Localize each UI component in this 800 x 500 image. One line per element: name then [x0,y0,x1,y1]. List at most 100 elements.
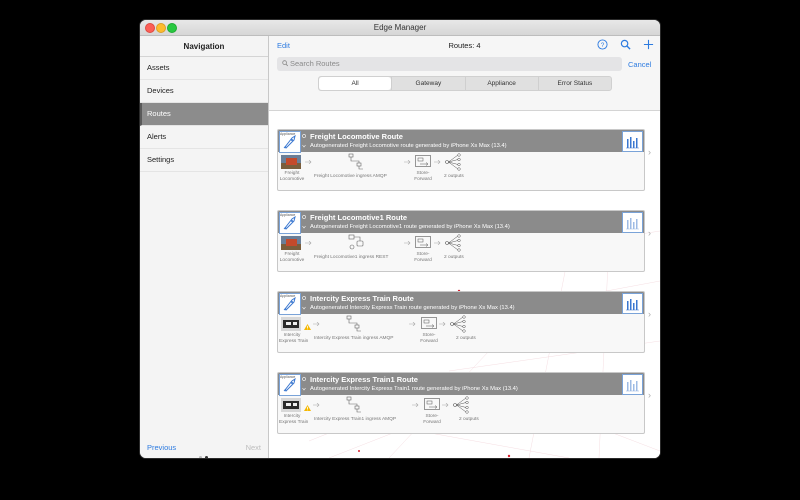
outputs-label: 2 outputs [459,417,479,422]
chevron-right-icon[interactable]: › [648,309,651,319]
route-flow: Freight Locomotive Freight Locomotive in… [278,152,644,190]
outputs-label: 2 outputs [444,174,464,179]
ingress-label: Freight Locomotive ingress AMQP [314,174,387,179]
app-window: Edge Manager Navigation Assets Devices R… [140,20,660,458]
outputs-fanout-icon [450,315,466,333]
train-thumbnail [281,317,301,331]
asset-label-2: Locomotive [279,258,305,263]
train-thumbnail [281,398,301,412]
filter-tab-appliance[interactable]: Appliance [464,77,538,90]
route-card-header: Appliance Intercity Express Train1 Route… [278,373,644,396]
route-type-badge: Appliance [279,212,301,234]
route-flow: Intercity Express Train Intercity Expres… [278,395,644,433]
minimize-window-button[interactable] [156,23,166,33]
routes-list[interactable]: Appliance Freight Locomotive Route Autog… [269,111,660,458]
search-icon[interactable] [620,39,631,50]
route-status-icons [302,134,306,148]
route-title: Freight Locomotive1 Route [310,213,408,222]
route-card-header: Appliance Intercity Express Train Route … [278,292,644,315]
sidebar-item-devices[interactable]: Devices [140,80,268,103]
sidebar-header: Navigation [140,36,268,57]
bar-chart-icon [626,218,639,230]
route-status-icons [302,296,306,310]
route-card-header: Appliance Freight Locomotive Route Autog… [278,130,644,153]
warning-icon [304,324,311,330]
search-input[interactable]: Search Routes [277,57,622,71]
route-card-header: Appliance Freight Locomotive1 Route Auto… [278,211,644,234]
route-type-label: Appliance [280,294,296,298]
route-type-label: Appliance [280,213,296,217]
route-stats-button[interactable] [622,212,643,233]
chevron-right-icon[interactable]: › [648,390,651,400]
close-window-button[interactable] [145,23,155,33]
route-title: Intercity Express Train Route [310,294,414,303]
ingress-label: Intercity Express Train ingress AMQP [314,336,394,341]
store-forward-icon [421,317,437,329]
sidebar-item-alerts[interactable]: Alerts [140,126,268,149]
route-card[interactable]: Appliance Intercity Express Train1 Route… [277,372,645,434]
arrow-icon [305,241,312,245]
route-subtitle: Autogenerated Freight Locomotive1 route … [310,224,510,230]
filter-segmented-control: All Gateway Appliance Error Status [318,76,612,91]
asset-label-2: Locomotive [279,177,305,182]
cancel-button[interactable]: Cancel [628,60,651,69]
route-stats-button[interactable] [622,293,643,314]
sidebar-footer: Previous Next [140,438,268,458]
route-title: Intercity Express Train1 Route [310,375,418,384]
locomotive-thumbnail [281,236,301,250]
window-title: Edge Manager [373,23,427,32]
sidebar-item-settings[interactable]: Settings [140,149,268,172]
toolbar: Edit Routes: 4 ? Search Routes Cancel Al… [269,36,660,111]
route-type-label: Appliance [280,132,296,136]
next-button[interactable]: Next [246,443,261,452]
store-forward-icon [415,155,431,167]
route-subtitle: Autogenerated Freight Locomotive route g… [310,143,507,149]
page-indicator [199,446,211,458]
route-status-icons [302,377,306,391]
add-icon[interactable] [643,39,654,50]
chevron-right-icon[interactable]: › [648,147,651,157]
route-type-badge: Appliance [279,293,301,315]
svg-text:?: ? [601,42,605,49]
arrow-icon [439,322,446,326]
route-status-icons [302,215,306,229]
help-icon[interactable]: ? [597,39,608,50]
outputs-fanout-icon [453,396,469,414]
sidebar-item-assets[interactable]: Assets [140,57,268,80]
ingress-pipeline-icon [348,153,363,170]
chevron-right-icon[interactable]: › [648,228,651,238]
route-card[interactable]: Appliance Intercity Express Train Route … [277,291,645,353]
warning-icon [304,405,311,411]
sidebar-item-routes[interactable]: Routes [140,103,268,126]
route-type-label: Appliance [280,375,296,379]
route-subtitle: Autogenerated Intercity Express Train ro… [310,305,515,311]
store-label-2: Forward [414,258,432,263]
outputs-label: 2 outputs [456,336,476,341]
route-flow: Freight Locomotive Freight Locomotive1 i… [278,233,644,271]
filter-tab-gateway[interactable]: Gateway [391,77,464,90]
locomotive-thumbnail [281,155,301,169]
route-card[interactable]: Appliance Freight Locomotive Route Autog… [277,129,645,191]
bar-chart-icon [626,380,639,392]
bar-chart-icon [626,137,639,149]
sidebar: Navigation Assets Devices Routes Alerts … [140,36,269,458]
asset-label-2: Express Train [279,420,309,425]
route-title: Freight Locomotive Route [310,132,403,141]
route-card[interactable]: Appliance Freight Locomotive1 Route Auto… [277,210,645,272]
outputs-fanout-icon [445,234,461,252]
route-flow: Intercity Express Train Intercity Expres… [278,314,644,352]
route-stats-button[interactable] [622,131,643,152]
previous-button[interactable]: Previous [147,443,176,452]
search-placeholder: Search Routes [290,59,340,68]
arrow-icon [409,322,416,326]
zoom-window-button[interactable] [167,23,177,33]
ingress-rest-icon [348,234,364,250]
filter-tab-all[interactable]: All [319,77,392,90]
filter-tab-error-status[interactable]: Error Status [537,77,611,90]
store-label-2: Forward [420,339,438,344]
route-subtitle: Autogenerated Intercity Express Train1 r… [310,386,518,392]
arrow-icon [305,160,312,164]
route-stats-button[interactable] [622,374,643,395]
main-panel: Edit Routes: 4 ? Search Routes Cancel Al… [269,36,660,458]
title-bar: Edge Manager [140,20,660,36]
